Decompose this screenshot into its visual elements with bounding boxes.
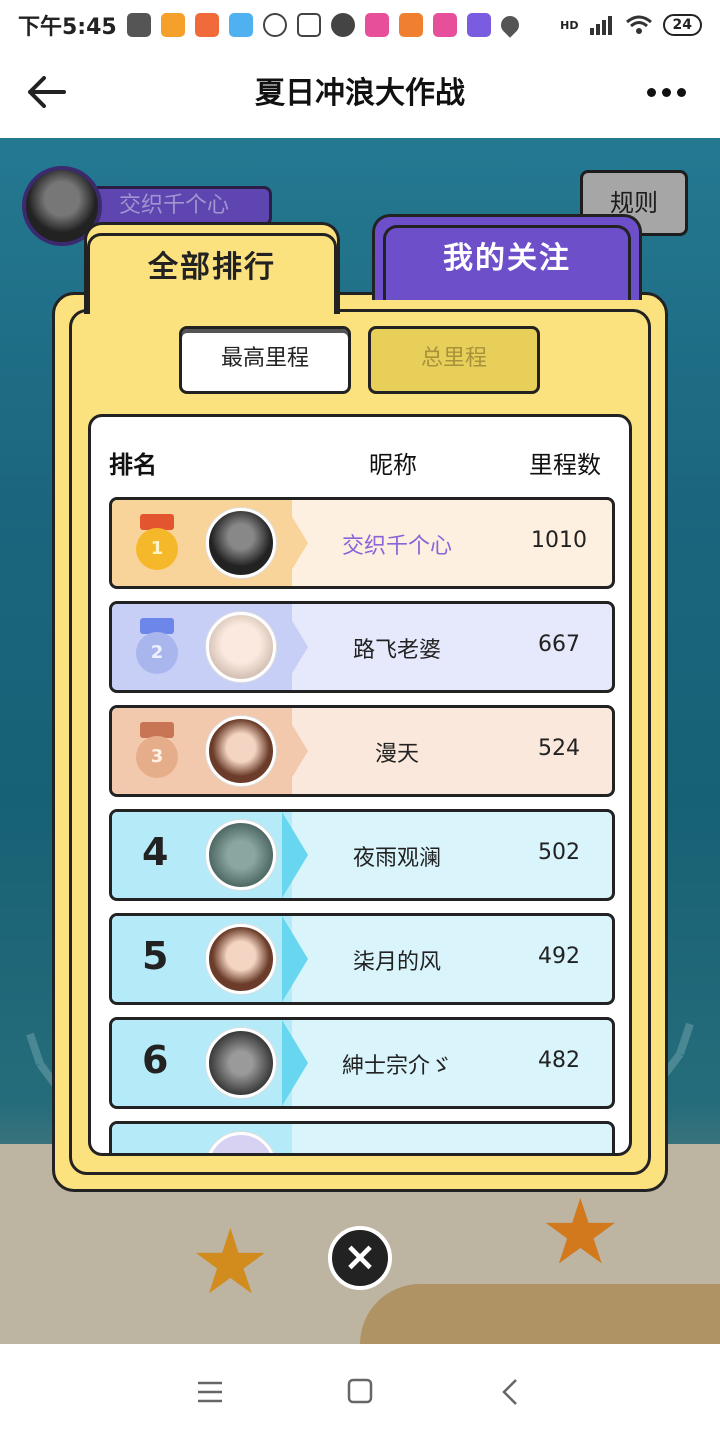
ranking-row[interactable]: 1 交织千个心 1010: [109, 497, 615, 589]
back-icon[interactable]: [492, 1374, 532, 1410]
avatar: [206, 820, 276, 890]
gold-medal-icon: 1: [134, 514, 180, 572]
leaderboard[interactable]: 排名 昵称 里程数 1 交织千个心 1010 2 路飞老婆 667 3 漫天 5…: [88, 414, 632, 1156]
close-button[interactable]: ×: [328, 1226, 392, 1290]
player-distance: 482: [538, 1048, 580, 1073]
ranking-row[interactable]: 4 夜雨观澜 502: [109, 809, 615, 901]
avatar: [206, 716, 276, 786]
close-icon: ×: [343, 1234, 377, 1280]
more-dot: [661, 87, 671, 97]
player-distance: 1010: [531, 528, 587, 553]
ranking-row[interactable]: 3 漫天 524: [109, 705, 615, 797]
row-chevron: [282, 1020, 308, 1106]
app-icon: [398, 13, 423, 37]
status-bar: 下午5:45 HD 24: [0, 0, 720, 50]
wifi-icon: [625, 15, 652, 34]
system-indicators: HD 24: [560, 14, 702, 36]
game-icon: [364, 13, 389, 37]
location-icon: [262, 13, 287, 37]
gamepad-icon: [126, 13, 151, 37]
ranking-row[interactable]: 2 路飞老婆 667: [109, 601, 615, 693]
player-name: 柒月的风: [352, 950, 441, 975]
more-dot: [676, 87, 686, 97]
tab-my-following[interactable]: 我的关注: [372, 214, 642, 300]
header-nickname: 昵称: [369, 451, 417, 479]
notification-icons: [126, 12, 523, 38]
row-chevron: [282, 708, 308, 794]
more-button[interactable]: [642, 68, 690, 116]
row-chevron: [282, 812, 308, 898]
signal-icon: [589, 16, 612, 35]
app-bar: 夏日冲浪大作战: [0, 50, 720, 138]
rank-number: 6: [142, 1038, 169, 1082]
home-icon[interactable]: [340, 1374, 380, 1410]
avatar: [206, 612, 276, 682]
app-icon: [194, 13, 219, 37]
medal-rank: 1: [136, 528, 178, 570]
bronze-medal-icon: 3: [134, 722, 180, 780]
app-icon: [228, 13, 253, 37]
leaderboard-header: 排名 昵称 里程数: [91, 417, 629, 501]
header-distance: 里程数: [529, 451, 601, 479]
player-name: 路飞老婆: [352, 638, 441, 663]
rank-number: 5: [142, 934, 169, 978]
app-icon: [160, 13, 185, 37]
tab-label: 全部排行: [87, 233, 337, 314]
header-rank: 排名: [109, 451, 157, 479]
row-chevron: [282, 604, 308, 690]
system-nav-bar: [0, 1344, 720, 1440]
segment-highest-distance[interactable]: 最高里程: [179, 326, 351, 394]
player-name: 漫天: [374, 742, 419, 767]
player-distance: 667: [538, 632, 580, 657]
medal-rank: 3: [136, 736, 178, 778]
row-chevron: [282, 500, 308, 586]
check-icon: [330, 13, 355, 37]
player-distance: 492: [538, 944, 580, 969]
app-icon: [466, 13, 491, 37]
tab-label: 我的关注: [383, 225, 631, 300]
ranking-row[interactable]: [109, 1121, 615, 1153]
battery-indicator: 24: [662, 14, 702, 36]
network-label: HD: [560, 18, 579, 32]
drop-icon: [497, 12, 523, 38]
calendar-icon: [296, 13, 321, 37]
ranking-row[interactable]: 5 柒月的风 492: [109, 913, 615, 1005]
menu-icon[interactable]: [190, 1374, 230, 1410]
tab-all-ranking[interactable]: 全部排行: [84, 222, 340, 314]
avatar: [206, 1028, 276, 1098]
avatar: [206, 508, 276, 578]
rank-number: 4: [142, 830, 169, 874]
status-time: 下午5:45: [18, 15, 117, 40]
segment-total-distance[interactable]: 总里程: [368, 326, 540, 394]
medal-rank: 2: [136, 632, 178, 674]
player-name: 交织千个心: [341, 534, 452, 559]
avatar: [206, 924, 276, 994]
player-distance: 502: [538, 840, 580, 865]
game-icon: [432, 13, 457, 37]
more-dots-icon: [646, 87, 656, 97]
ranking-row[interactable]: 6 紳士宗介ゞ 482: [109, 1017, 615, 1109]
player-name: 夜雨观澜: [352, 846, 441, 871]
page-title: 夏日冲浪大作战: [255, 76, 465, 111]
player-distance: 524: [538, 736, 580, 761]
row-chevron: [282, 916, 308, 1002]
player-name: 紳士宗介ゞ: [341, 1054, 452, 1079]
silver-medal-icon: 2: [134, 618, 180, 676]
